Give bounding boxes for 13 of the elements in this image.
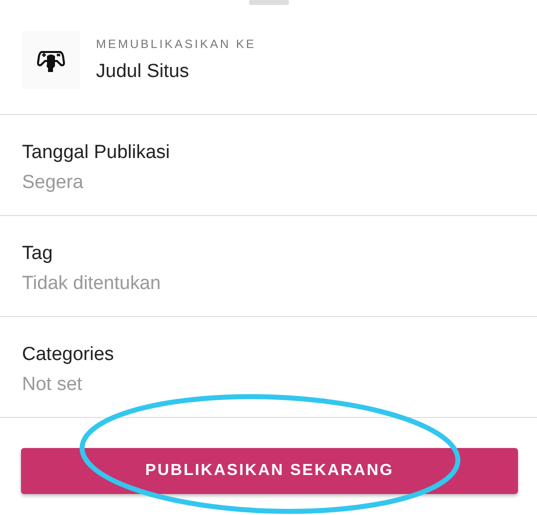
setting-label: Tanggal Publikasi [22, 142, 171, 164]
setting-value: Segera [22, 172, 84, 194]
setting-row[interactable]: Tanggal Publikasi Segera [0, 115, 537, 216]
setting-value: Not set [22, 374, 84, 396]
setting-value: Tidak ditentukan [22, 273, 162, 295]
setting-label: Categories [22, 344, 115, 366]
publishing-to-label: MEMUBLIKASIKAN KE [96, 36, 256, 50]
site-title: Judul Situs [96, 60, 190, 82]
setting-row[interactable]: Tag Tidak ditentukan [0, 216, 537, 317]
setting-label: Tag [22, 243, 54, 265]
setting-row[interactable]: Categories Not set [0, 317, 537, 418]
drag-handle[interactable] [248, 0, 288, 5]
publish-now-button[interactable]: PUBLIKASIKAN SEKARANG [21, 448, 518, 494]
